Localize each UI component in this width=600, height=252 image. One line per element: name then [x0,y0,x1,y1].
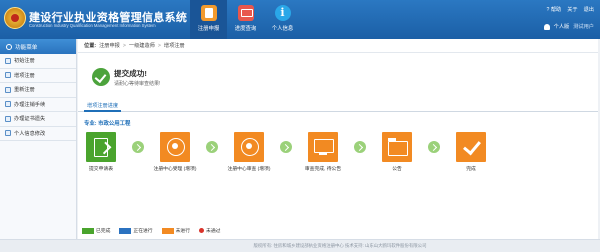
breadcrumb-separator: > [157,42,161,49]
document-icon [5,101,11,108]
document-icon [5,115,11,122]
nav-personal-info[interactable]: 个人信息 [264,0,301,39]
sidebar-header: 功能菜单 [0,39,76,54]
logout-link[interactable]: 退出 [584,6,594,13]
tab-registration-progress[interactable]: 增项注册进度 [84,101,122,112]
legend-label: 已完成 [96,229,111,234]
legend-item-completed: 已完成 [82,227,110,234]
user-info: 个人版 测试用户 [543,23,594,30]
info-icon [274,5,291,21]
document-icon [5,72,11,79]
sidebar-item-label: 增项注册 [14,72,35,79]
nav-label: 进度查询 [234,26,257,32]
breadcrumb-item[interactable]: 注册申报 [99,42,120,49]
specialty-label: 专业: 市政公用工程 [84,121,131,127]
seal-icon [160,132,190,162]
breadcrumb-item-current: 增项注册 [163,43,185,49]
breadcrumb-item[interactable]: 一级建造师 [129,42,155,49]
system-subtitle: Construction Industry Qualification Mana… [29,23,156,28]
success-description: 请耐心等待审查结果! [114,80,161,87]
folder-icon [382,132,412,162]
sidebar-item-label: 重新注册 [14,87,35,94]
sidebar-item-certificate-loss[interactable]: 办理证书遗失 [0,112,76,127]
sidebar-item-additional-registration[interactable]: 增项注册 [0,68,76,83]
legend-label: 未通过 [206,229,221,234]
menu-icon [6,43,12,50]
flow-step-submit-application: 提交申请表 [86,132,116,172]
flow-step-label: 审查完成, 待公告 [304,167,342,172]
arrow-right-icon [428,141,440,153]
sidebar-item-label: 办理注销手续 [14,101,46,108]
about-link[interactable]: 关于 [567,6,577,13]
checkmark-icon [456,132,486,162]
sidebar-item-personal-info-edit[interactable]: 个人信息修改 [0,126,76,141]
legend-item-in-progress: 正在进行 [119,227,153,234]
arrow-right-icon [280,141,292,153]
sidebar-item-label: 办理证书遗失 [14,116,46,123]
document-icon [5,57,11,64]
flow-step-center-acceptance: 注册中心受理 (增项) [154,132,196,172]
national-emblem-icon [4,7,26,29]
flow-step-center-review: 注册中心审查 (增项) [228,132,270,172]
breadcrumb-label: 位置: [84,43,97,49]
success-message: 提交成功! 请耐心等待审查结果! [92,66,160,88]
sidebar-item-re-registration[interactable]: 重新注册 [0,83,76,98]
monitor-icon [308,132,338,162]
nav-progress-query[interactable]: 进度查询 [227,0,264,39]
flow-step-review-complete: 审查完成, 待公告 [305,132,341,172]
failed-dot-icon [199,228,205,233]
legend-label: 正在进行 [133,229,153,234]
user-edition: 个人版 [553,24,570,30]
progress-query-icon [237,5,254,21]
nav-registration-application[interactable]: 注册申报 [190,0,227,39]
flow-step-announcement: 公告 [382,132,412,172]
status-legend: 已完成 正在进行 未进行 未通过 [82,227,226,234]
sidebar-item-label: 个人信息修改 [14,130,46,137]
nav-label: 注册申报 [197,26,220,32]
flow-step-label: 提交申请表 [89,167,113,172]
tab-bar: 增项注册进度 [78,101,598,112]
sidebar-item-cancellation[interactable]: 办理注销手续 [0,97,76,112]
document-icon [5,86,11,93]
breadcrumb-separator: > [122,42,126,49]
help-link[interactable]: ? 帮助 [547,6,562,13]
footer: 版权所有: 住房和城乡建设部执业资格注册中心 技术支持: 山东山大鸥玛软件股份有… [0,239,600,252]
sidebar-title: 功能菜单 [15,44,38,51]
legend-label: 未进行 [175,229,191,234]
top-links: ? 帮助 关于 退出 [547,6,594,13]
success-check-icon [92,68,110,86]
top-nav: 注册申报 进度查询 个人信息 [190,0,301,39]
nav-label: 个人信息 [271,26,294,32]
sidebar-item-initial-registration[interactable]: 初始注册 [0,54,76,69]
breadcrumb: 位置: 注册申报 > 一级建造师 > 增项注册 [78,39,598,53]
arrow-right-icon [206,141,218,153]
seal-icon [234,132,264,162]
app-header: 建设行业执业资格管理信息系统 Construction Industry Qua… [0,0,600,39]
sidebar-item-label: 初始注册 [14,58,35,65]
main-content: 位置: 注册申报 > 一级建造师 > 增项注册 提交成功! 请耐心等待审查结果!… [78,39,598,239]
user-name: 测试用户 [573,24,594,30]
legend-item-failed: 未通过 [199,227,220,234]
flow-step-complete: 完成 [456,132,486,172]
flow-step-label: 完成 [466,167,476,172]
document-check-icon [86,132,116,162]
progress-flow: 提交申请表 注册中心受理 (增项) 注册中心审查 (增项) 审查完成, 待公告 … [86,132,486,182]
document-icon [5,130,11,137]
success-title: 提交成功! [114,68,147,78]
legend-swatch [161,227,174,234]
flow-step-label: 注册中心审查 (增项) [227,167,271,172]
user-icon [543,23,550,30]
flow-step-label: 注册中心受理 (增项) [153,167,197,172]
legend-swatch [119,227,132,234]
flow-step-label: 公告 [392,167,402,172]
application-form-icon [200,5,217,21]
sidebar: 功能菜单 初始注册 增项注册 重新注册 办理注销手续 办理证书遗失 个人信息修改 [0,39,77,239]
legend-swatch [82,227,94,234]
arrow-right-icon [354,141,366,153]
legend-item-not-started: 未进行 [161,227,191,234]
arrow-right-icon [132,141,144,153]
